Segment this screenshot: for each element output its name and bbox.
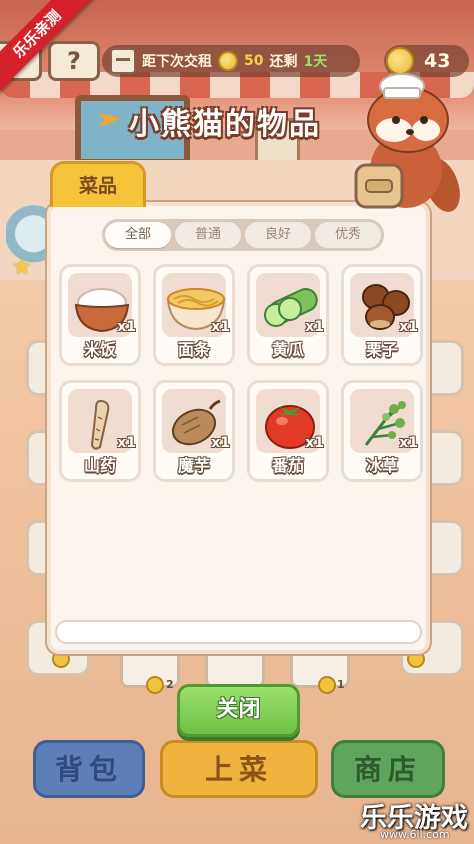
- rent-prefix: 距下次交租: [142, 54, 212, 70]
- close-button[interactable]: 关闭: [177, 684, 300, 737]
- filter-bar: 全部 普通 良好 优秀: [102, 219, 384, 251]
- item-name: 栗子: [365, 340, 398, 359]
- item-card-noodles[interactable]: x1 面条: [153, 264, 235, 366]
- item-card-tomato[interactable]: x1 番茄: [247, 380, 329, 482]
- dish-count: 2: [166, 678, 174, 691]
- help-button[interactable]: ?: [48, 41, 100, 81]
- inventory-modal: 全部 普通 良好 优秀 x1 米饭 x1 面条 x1 黄瓜 x1 栗子 x1 山…: [47, 202, 430, 654]
- item-quantity: x1: [399, 319, 418, 335]
- item-quantity: x1: [117, 435, 136, 451]
- rent-days: 1天: [303, 54, 328, 70]
- page-title: 小熊猫的物品: [129, 107, 321, 142]
- items-grid: x1 米饭 x1 面条 x1 黄瓜 x1 栗子 x1 山药 x1 魔芋 x1 番…: [59, 264, 423, 482]
- item-name: 番茄: [271, 456, 304, 475]
- watermark-url: www.6ll.com: [380, 828, 450, 841]
- bag-button[interactable]: 背包: [33, 740, 145, 798]
- item-name: 魔芋: [177, 456, 210, 475]
- item-name: 面条: [177, 340, 210, 359]
- red-panda-character: [354, 73, 460, 212]
- rent-mid: 还剩: [269, 54, 298, 70]
- coin-icon: [318, 676, 336, 694]
- item-quantity: x1: [305, 319, 324, 335]
- item-card-chestnut[interactable]: x1 栗子: [341, 264, 423, 366]
- tab-dishes[interactable]: 菜品: [50, 161, 146, 207]
- item-card-yam[interactable]: x1 山药: [59, 380, 141, 482]
- item-quantity: x1: [117, 319, 136, 335]
- shop-button[interactable]: 商店: [331, 740, 445, 798]
- item-quantity: x1: [399, 435, 418, 451]
- filter-normal[interactable]: 普通: [175, 222, 241, 248]
- item-card-cucumber[interactable]: x1 黄瓜: [247, 264, 329, 366]
- item-quantity: x1: [211, 435, 230, 451]
- title-banner: 小熊猫的物品: [97, 96, 321, 146]
- item-card-konjac[interactable]: x1 魔芋: [153, 380, 235, 482]
- item-name: 山药: [83, 456, 116, 475]
- filter-good[interactable]: 良好: [245, 222, 311, 248]
- coin-count: 43: [424, 50, 451, 72]
- item-card-ice-plant[interactable]: x1 冰草: [341, 380, 423, 482]
- item-name: 冰草: [365, 456, 398, 475]
- calendar-icon: [110, 48, 136, 74]
- rent-amount: 50: [244, 53, 264, 69]
- item-card-rice[interactable]: x1 米饭: [59, 264, 141, 366]
- star-icon: ★: [12, 255, 32, 280]
- background-dish: [205, 648, 265, 688]
- modal-scroll-track[interactable]: [55, 620, 422, 644]
- dish-count: 1: [337, 678, 345, 691]
- coin-icon: [146, 676, 164, 694]
- item-name: 米饭: [83, 340, 116, 359]
- item-name: 黄瓜: [271, 340, 304, 359]
- filter-excellent[interactable]: 优秀: [315, 222, 381, 248]
- spark-icon: [97, 108, 123, 134]
- item-quantity: x1: [305, 435, 324, 451]
- item-quantity: x1: [211, 319, 230, 335]
- rent-bar: 距下次交租 50 还剩 1天: [102, 45, 360, 77]
- coin-icon: [218, 51, 238, 71]
- filter-all[interactable]: 全部: [105, 222, 171, 248]
- serve-button[interactable]: 上菜: [160, 740, 318, 798]
